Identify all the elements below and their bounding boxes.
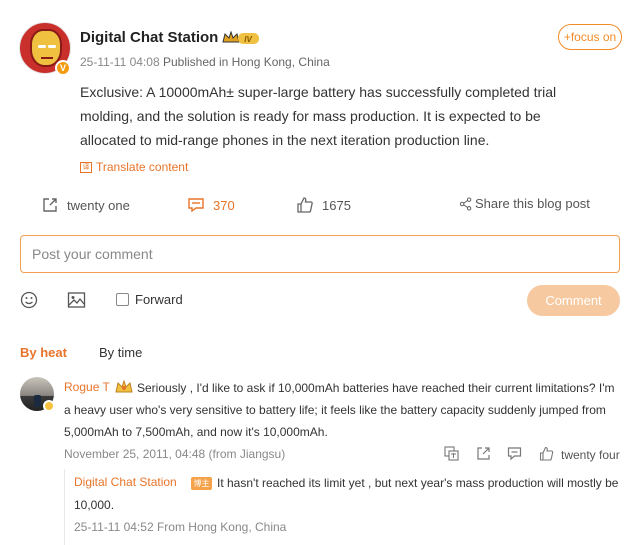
- comment-meta: November 25, 2011, 04:48 (from Jiangsu): [64, 447, 286, 461]
- commenter-badge-icon: [43, 400, 55, 412]
- share-icon: [459, 197, 472, 210]
- avatar-figure: [34, 395, 41, 407]
- submit-comment-button[interactable]: Comment: [527, 285, 620, 316]
- reply-icon[interactable]: [507, 446, 522, 461]
- translate-icon: 译: [80, 161, 92, 173]
- emoji-icon[interactable]: [20, 291, 38, 309]
- tab-by-time[interactable]: By time: [99, 345, 142, 360]
- tab-by-heat[interactable]: By heat: [20, 345, 67, 360]
- comment-count: 370: [213, 197, 235, 213]
- translate-label: Translate content: [96, 160, 189, 174]
- thumbs-up-icon: [297, 197, 313, 213]
- comment-text: Seriously , I'd like to ask if 10,000mAh…: [64, 381, 615, 439]
- author-tag-badge: 博主: [191, 477, 212, 490]
- share-button[interactable]: Share this blog post: [459, 196, 590, 211]
- forward-button[interactable]: twenty one: [41, 196, 130, 214]
- forward-icon: [43, 198, 57, 212]
- reply-thread: It hasn't reached its limit yet , but ne…: [64, 469, 624, 545]
- commenter-crown-icon: [115, 380, 133, 394]
- like-count: 1675: [322, 197, 351, 213]
- translate-link[interactable]: 译 Translate content: [80, 160, 188, 174]
- comment-input[interactable]: Post your comment: [20, 235, 620, 273]
- crown-level-icon: IV: [222, 31, 259, 44]
- follow-button[interactable]: +focus on: [558, 24, 622, 50]
- translate-icon[interactable]: [444, 446, 459, 461]
- sort-tabs: By heat By time: [20, 345, 142, 360]
- commenter-name[interactable]: Rogue T: [64, 380, 112, 394]
- reply-meta: 25-11-11 04:52 From Hong Kong, China: [74, 520, 287, 534]
- post-actions: twenty one 370 1675 Share this blog post: [0, 194, 642, 218]
- post-timestamp: 25-11-11 04:08: [80, 55, 160, 69]
- post-content: Exclusive: A 10000mAh± super-large batte…: [80, 84, 557, 148]
- comment-icon: [188, 198, 204, 213]
- forward-checkbox[interactable]: Forward: [116, 292, 183, 307]
- forward-checkbox-label: Forward: [135, 292, 183, 307]
- comment-button[interactable]: 370: [187, 196, 235, 214]
- forward-count: twenty one: [67, 197, 130, 213]
- checkbox-box[interactable]: [116, 293, 129, 306]
- author-name[interactable]: Digital Chat Station: [80, 29, 218, 46]
- post-meta: 25-11-11 04:08 Published in Hong Kong, C…: [80, 55, 330, 69]
- post-location: Published in Hong Kong, China: [162, 55, 330, 69]
- verified-badge: V: [55, 60, 71, 76]
- forward-icon[interactable]: [476, 446, 491, 461]
- level-badge-text: IV: [244, 35, 252, 44]
- image-icon[interactable]: [67, 291, 86, 309]
- reply-author-name[interactable]: Digital Chat Station: [74, 475, 179, 489]
- like-button[interactable]: 1675: [296, 196, 351, 214]
- comment-like-count: twenty four: [561, 448, 620, 462]
- thumbs-up-icon[interactable]: [539, 446, 554, 461]
- share-label: Share this blog post: [475, 196, 590, 211]
